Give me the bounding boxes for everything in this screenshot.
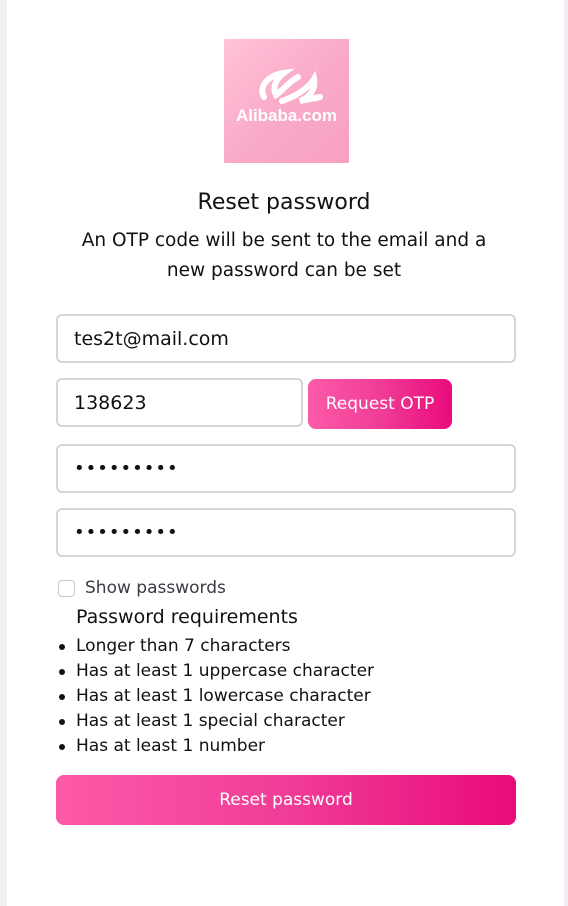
confirm-password-field[interactable] xyxy=(56,508,516,557)
requirement-text: Longer than 7 characters xyxy=(76,636,291,656)
new-password-field[interactable] xyxy=(56,444,516,493)
alibaba-logo: Alibaba.com xyxy=(224,39,349,163)
requirement-item: Has at least 1 special character xyxy=(56,709,374,734)
bullet-icon xyxy=(59,744,65,750)
requirements-list: Longer than 7 characters Has at least 1 … xyxy=(56,634,374,759)
requirement-text: Has at least 1 number xyxy=(76,736,266,756)
show-passwords-row[interactable]: Show passwords xyxy=(56,576,226,600)
background-left xyxy=(0,0,7,906)
page-title: Reset password xyxy=(197,190,371,215)
reset-password-button[interactable]: Reset password xyxy=(56,775,516,825)
bullet-icon xyxy=(59,694,65,700)
page-subtitle: An OTP code will be sent to the email an… xyxy=(81,230,487,281)
request-otp-button[interactable]: Request OTP xyxy=(308,379,452,429)
background-right xyxy=(564,0,568,906)
bullet-icon xyxy=(59,669,65,675)
requirement-item: Has at least 1 lowercase character xyxy=(56,684,374,709)
alibaba-logo-mark: Alibaba.com xyxy=(236,68,337,125)
alibaba-logo-text: Alibaba.com xyxy=(236,106,337,125)
requirement-text: Has at least 1 special character xyxy=(76,711,345,731)
requirement-item: Has at least 1 number xyxy=(56,734,374,759)
requirement-text: Has at least 1 lowercase character xyxy=(76,686,371,706)
requirement-item: Longer than 7 characters xyxy=(56,634,374,659)
otp-field[interactable] xyxy=(56,378,303,427)
requirements-title: Password requirements xyxy=(76,606,298,628)
requirement-text: Has at least 1 uppercase character xyxy=(76,661,375,681)
bullet-icon xyxy=(59,644,65,650)
requirement-item: Has at least 1 uppercase character xyxy=(56,659,374,684)
bullet-icon xyxy=(59,719,65,725)
show-passwords-label[interactable]: Show passwords xyxy=(85,578,226,598)
email-field[interactable] xyxy=(56,314,516,363)
show-passwords-checkbox[interactable] xyxy=(58,579,75,597)
